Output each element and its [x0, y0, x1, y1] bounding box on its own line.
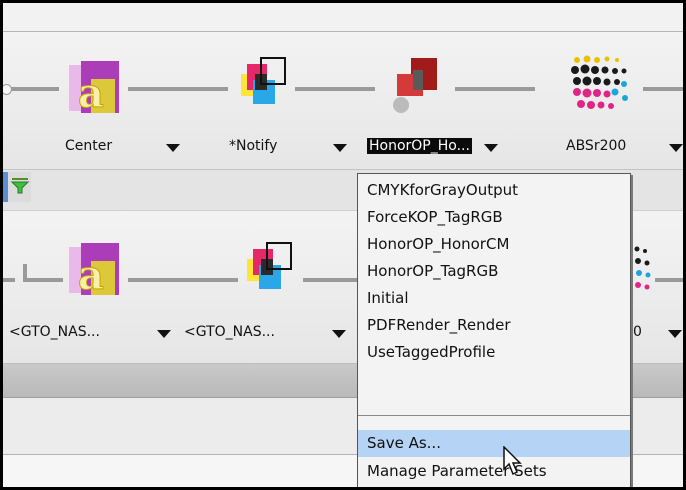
node-label[interactable]: <GTO_NAS... — [9, 324, 100, 340]
connector-line — [128, 278, 238, 282]
top-bar — [3, 3, 683, 32]
node-label[interactable]: ABSr200 — [566, 138, 626, 154]
connector-line — [655, 278, 683, 282]
svg-text:a: a — [78, 252, 104, 299]
chevron-down-icon[interactable] — [669, 144, 683, 152]
connector-line — [643, 87, 683, 91]
menu-item[interactable]: ForceKOP_TagRGB — [358, 204, 630, 231]
node-label[interactable]: Center — [65, 138, 112, 154]
connector-line — [3, 278, 15, 282]
chevron-down-icon[interactable] — [484, 144, 498, 152]
menu-item[interactable]: HonorOP_TagRGB — [358, 258, 630, 285]
pipeline-strip-top: a Center *Notify HonorOP_Ho... ABSr200 — [3, 32, 683, 170]
connector-line — [303, 278, 357, 282]
manage-parameter-sets-menu-item[interactable]: Manage Parameter Sets — [358, 458, 630, 485]
connector-line — [128, 87, 228, 91]
menu-separator — [358, 415, 630, 416]
cmyk-overlay-icon[interactable] — [239, 239, 299, 299]
chevron-down-icon[interactable] — [668, 330, 682, 338]
chevron-down-icon[interactable] — [333, 144, 347, 152]
chevron-down-icon[interactable] — [157, 330, 171, 338]
application-window: a Center *Notify HonorOP_Ho... ABSr200 a… — [3, 3, 683, 487]
chevron-down-icon[interactable] — [332, 330, 346, 338]
halftone-dots-icon[interactable] — [569, 54, 629, 114]
cmyk-overlay-icon[interactable] — [233, 54, 293, 114]
halftone-dots-icon[interactable] — [633, 241, 659, 301]
text-a-icon[interactable]: a — [65, 59, 125, 119]
overprint-shapes-icon[interactable] — [385, 52, 445, 113]
connector-line — [455, 87, 535, 91]
text-a-icon[interactable]: a — [65, 241, 125, 301]
connector-line — [295, 87, 375, 91]
chevron-down-icon[interactable] — [166, 144, 180, 152]
svg-text:a: a — [78, 70, 104, 117]
save-as-menu-item[interactable]: Save As... — [358, 430, 630, 457]
menu-item[interactable]: Initial — [358, 285, 630, 312]
filter-button[interactable] — [3, 172, 31, 202]
menu-item[interactable]: PDFRender_Render — [358, 312, 630, 339]
node-label-selected[interactable]: HonorOP_Ho... — [367, 138, 472, 154]
node-label[interactable]: *Notify — [229, 138, 277, 154]
node-label[interactable]: 0 — [633, 324, 642, 340]
filter-funnel-icon — [11, 178, 29, 194]
connector-line — [11, 87, 59, 91]
menu-item[interactable]: UseTaggedProfile — [358, 339, 630, 366]
cursor-arrow-icon — [503, 446, 522, 476]
node-label[interactable]: <GTO_NAS... — [184, 324, 275, 340]
connector-line — [23, 278, 63, 282]
parameter-set-menu: CMYKforGrayOutput ForceKOP_TagRGB HonorO… — [357, 173, 631, 487]
menu-item[interactable]: HonorOP_HonorCM — [358, 231, 630, 258]
menu-item[interactable]: CMYKforGrayOutput — [358, 177, 630, 204]
